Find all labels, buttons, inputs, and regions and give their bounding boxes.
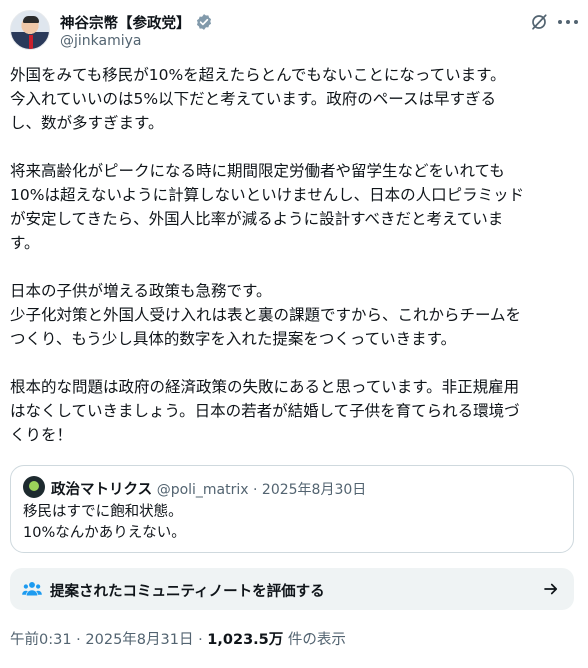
grok-icon[interactable] <box>530 13 548 31</box>
post-line: 10%は超えないように計算しないといけませんし、日本の人口ピラミッド <box>10 186 525 204</box>
post-line: す。 <box>10 234 40 252</box>
post-text: 外国をみても移民が10%を超えたらとんでもないことになっています。 今入れていい… <box>10 63 578 447</box>
post-line: 今入れていいのは5%以下だと考えています。政府のペースは早すぎる <box>10 90 497 108</box>
author-avatar[interactable] <box>10 10 50 50</box>
post-line: 少子化対策と外国人受け入れは表と裏の課題ですから、これからチームを <box>10 306 522 324</box>
post-line: 日本の子供が増える政策も急務です。 <box>10 282 272 300</box>
quoted-line: 10%なんかありえない。 <box>23 525 186 541</box>
quoted-author-handle: @poli_matrix <box>156 482 249 498</box>
people-icon <box>22 581 42 596</box>
author-name[interactable]: 神谷宗幣【参政党】 <box>60 12 191 33</box>
post-line: し、数が多すぎます。 <box>10 114 164 132</box>
author-handle[interactable]: @jinkamiya <box>60 33 141 49</box>
quoted-post[interactable]: 政治マトリクス @poli_matrix · 2025年8月30日 移民はすでに… <box>10 465 574 553</box>
quoted-author-avatar <box>23 476 45 498</box>
post-line: 根本的な問題は政府の経済政策の失敗にあると思っています。非正規雇用 <box>10 378 520 396</box>
arrow-right-icon <box>544 583 558 595</box>
rate-community-note-label: 提案されたコミュニティノートを評価する <box>50 584 325 600</box>
quoted-author-name: 政治マトリクス <box>51 482 153 498</box>
view-count: 1,023.5万 <box>207 632 284 648</box>
post-line: 将来高齢化がピークになる時に期間限定労働者や留学生などをいれても <box>10 162 505 180</box>
quoted-post-date: 2025年8月30日 <box>261 482 367 498</box>
post-line: つくり、もう少し具体的数字を入れた提案をつくっていきます。 <box>10 330 457 348</box>
quoted-post-text: 移民はすでに飽和状態。 10%なんかありえない。 <box>23 502 186 544</box>
more-options-icon[interactable] <box>558 13 578 31</box>
post-footer: 午前0:31 · 2025年8月31日 · 1,023.5万 件の表示 <box>10 632 346 648</box>
post-line: 外国をみても移民が10%を超えたらとんでもないことになっています。 <box>10 66 506 84</box>
author-name-row: 神谷宗幣【参政党】 <box>60 12 213 32</box>
verified-badge-icon <box>196 14 211 30</box>
quoted-line: 移民はすでに飽和状態。 <box>23 504 183 520</box>
post-header: 神谷宗幣【参政党】 @jinkamiya <box>10 10 578 54</box>
rate-community-note-button[interactable]: 提案されたコミュニティノートを評価する <box>10 568 574 610</box>
view-count-suffix: 件の表示 <box>287 632 346 648</box>
quoted-post-header: 政治マトリクス @poli_matrix · 2025年8月30日 <box>51 482 367 498</box>
post-line: が安定してきたら、外国人比率が減るように設計すべきだと考えていま <box>10 210 504 228</box>
post-time[interactable]: 午前0:31 <box>10 632 72 648</box>
post-date[interactable]: 2025年8月31日 <box>85 632 193 648</box>
post-line: はなくしていきましょう。日本の若者が結婚して子供を育てられる環境づ <box>10 402 520 420</box>
post-line: くりを！ <box>10 426 73 444</box>
